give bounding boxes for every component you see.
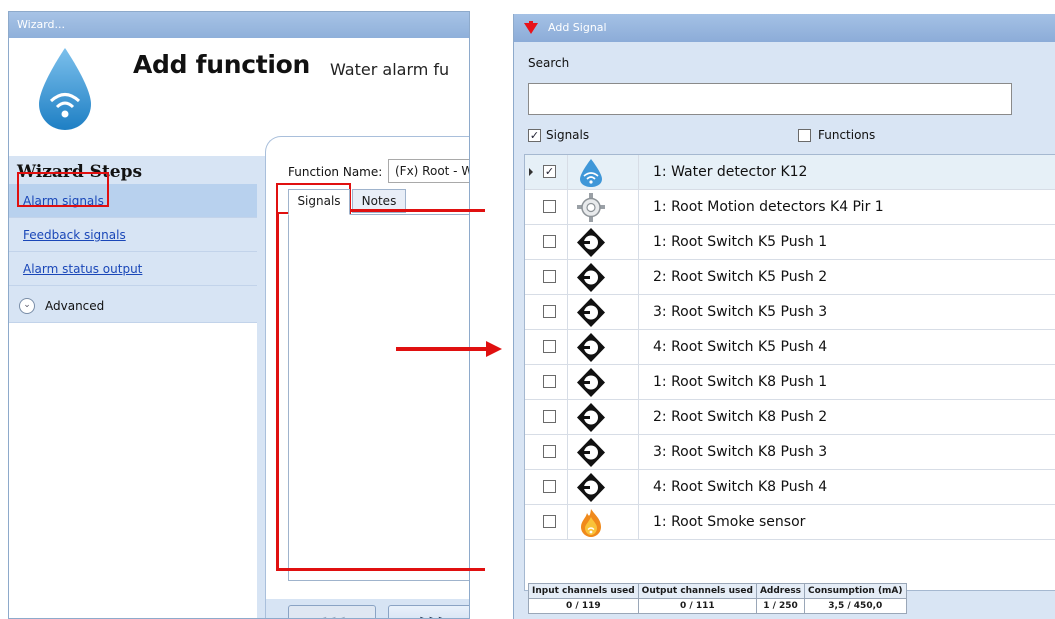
push-button-icon <box>577 228 605 257</box>
signals-list-area <box>288 214 469 581</box>
row-checkbox[interactable] <box>543 200 556 213</box>
push-button-icon <box>577 403 605 432</box>
row-icon-cell <box>567 435 639 470</box>
add-signal-window: Add Signal Search ✓ Signals Functions ✓ … <box>513 14 1055 619</box>
push-button-icon <box>577 298 605 327</box>
signal-row-push[interactable]: 3: Root Switch K8 Push 3 <box>525 435 1055 470</box>
row-checkbox[interactable] <box>543 410 556 423</box>
highlight-box-alarm-signals <box>17 172 109 207</box>
signal-row-push[interactable]: 4: Root Switch K8 Push 4 <box>525 470 1055 505</box>
signal-row-push[interactable]: 1: Root Switch K5 Push 1 <box>525 225 1055 260</box>
push-button-icon <box>577 438 605 467</box>
row-icon-cell <box>567 400 639 435</box>
push-button-icon <box>577 333 605 362</box>
stats-header-input: Input channels used <box>528 583 639 599</box>
row-checkbox[interactable]: ✓ <box>543 165 556 178</box>
row-icon-cell <box>567 505 639 540</box>
stats-value-consumption: 3,5 / 450,0 <box>804 598 907 614</box>
push-button-icon <box>577 263 605 292</box>
row-checkbox[interactable] <box>543 270 556 283</box>
signal-list: ✓ 1: Water detector K12 1: Root Motion d… <box>524 154 1055 591</box>
row-icon-cell <box>567 190 639 225</box>
signals-filter-label: Signals <box>546 128 590 142</box>
signal-row-push[interactable]: 3: Root Switch K5 Push 3 <box>525 295 1055 330</box>
wizard-title-bar: Wizard... <box>9 12 469 38</box>
row-icon-cell <box>567 330 639 365</box>
wizard-title: Add function <box>133 50 311 79</box>
signals-filter-checkbox[interactable]: ✓ <box>528 129 541 142</box>
functions-filter-checkbox[interactable] <box>798 129 811 142</box>
tab-signals[interactable]: Signals <box>288 189 350 215</box>
row-icon-cell <box>567 260 639 295</box>
signal-label: 1: Root Switch K5 Push 1 <box>653 234 828 250</box>
row-icon-cell <box>567 225 639 260</box>
channel-usage-table: Input channels used Output channels used… <box>528 583 907 614</box>
signal-label: 2: Root Switch K5 Push 2 <box>653 269 828 285</box>
motion-detector-icon <box>577 193 605 222</box>
red-triangle-icon <box>524 21 538 34</box>
wizard-subtitle: Water alarm fu <box>330 60 450 79</box>
row-pointer-icon <box>529 168 533 176</box>
push-button-icon <box>577 368 605 397</box>
stats-header-consumption: Consumption (mA) <box>804 583 907 599</box>
signal-label: 1: Root Smoke sensor <box>653 514 806 530</box>
stats-header-address: Address <box>755 583 806 599</box>
signal-row-push[interactable]: 2: Root Switch K5 Push 2 <box>525 260 1055 295</box>
stats-header-output: Output channels used <box>637 583 757 599</box>
row-icon-cell <box>567 470 639 505</box>
signal-row-push[interactable]: 4: Root Switch K5 Push 4 <box>525 330 1055 365</box>
water-drop-icon <box>580 159 602 187</box>
step-feedback-signals[interactable]: Feedback signals <box>9 218 257 252</box>
push-button-icon <box>577 473 605 502</box>
row-checkbox[interactable] <box>543 305 556 318</box>
advanced-label: Advanced <box>45 299 105 313</box>
highlight-bracket-bottom <box>276 568 485 571</box>
wizard-window: Wizard... Add function Water alarm fu Wi… <box>8 11 470 619</box>
signal-label: 3: Root Switch K8 Push 3 <box>653 444 828 460</box>
stats-value-output: 0 / 111 <box>637 598 757 614</box>
highlight-bracket-vertical <box>276 212 279 570</box>
row-checkbox[interactable] <box>543 375 556 388</box>
step-alarm-status-output[interactable]: Alarm status output <box>9 252 257 286</box>
steps-blank-area <box>9 323 257 618</box>
chevron-down-icon: ⌄ <box>19 298 35 314</box>
functions-filter-label: Functions <box>818 128 876 142</box>
arrow-right-icon <box>396 341 502 357</box>
add-signal-title: Add Signal <box>548 21 607 34</box>
signal-label: 4: Root Switch K8 Push 4 <box>653 479 828 495</box>
signal-row-push[interactable]: 2: Root Switch K8 Push 2 <box>525 400 1055 435</box>
signal-label: 4: Root Switch K5 Push 4 <box>653 339 828 355</box>
row-checkbox[interactable] <box>543 445 556 458</box>
signal-label: 1: Root Motion detectors K4 Pir 1 <box>653 199 884 215</box>
smoke-sensor-icon <box>581 509 601 537</box>
search-label: Search <box>528 56 570 70</box>
row-checkbox[interactable] <box>543 515 556 528</box>
water-drop-icon <box>39 48 91 130</box>
signal-label: 1: Water detector K12 <box>653 164 808 180</box>
search-input[interactable] <box>528 83 1012 115</box>
row-icon-cell <box>567 155 639 190</box>
wizard-steps-panel: Wizard Steps Alarm signals Feedback sign… <box>9 156 257 618</box>
advanced-expander[interactable]: ⌄ Advanced <box>9 289 257 323</box>
signal-label: 3: Root Switch K5 Push 3 <box>653 304 828 320</box>
signal-label: 2: Root Switch K8 Push 2 <box>653 409 828 425</box>
function-name-input[interactable]: (Fx) Root - Wa <box>388 159 469 183</box>
signal-row-water-detector[interactable]: ✓ 1: Water detector K12 <box>525 155 1055 190</box>
row-checkbox[interactable] <box>543 340 556 353</box>
row-checkbox[interactable] <box>543 480 556 493</box>
function-name-label: Function Name: <box>288 165 383 179</box>
row-icon-cell <box>567 365 639 400</box>
signal-row-smoke-sensor[interactable]: 1: Root Smoke sensor <box>525 505 1055 540</box>
row-icon-cell <box>567 295 639 330</box>
back-button[interactable]: <<< <box>288 605 376 618</box>
signal-label: 1: Root Switch K8 Push 1 <box>653 374 828 390</box>
highlight-bracket-top <box>349 209 485 212</box>
add-signal-title-bar: Add Signal <box>514 14 1055 42</box>
signal-row-push[interactable]: 1: Root Switch K8 Push 1 <box>525 365 1055 400</box>
stats-value-address: 1 / 250 <box>755 598 806 614</box>
stats-value-input: 0 / 119 <box>528 598 639 614</box>
row-checkbox[interactable] <box>543 235 556 248</box>
next-button[interactable]: >>> <box>388 605 469 618</box>
signal-row-motion-detector[interactable]: 1: Root Motion detectors K4 Pir 1 <box>525 190 1055 225</box>
